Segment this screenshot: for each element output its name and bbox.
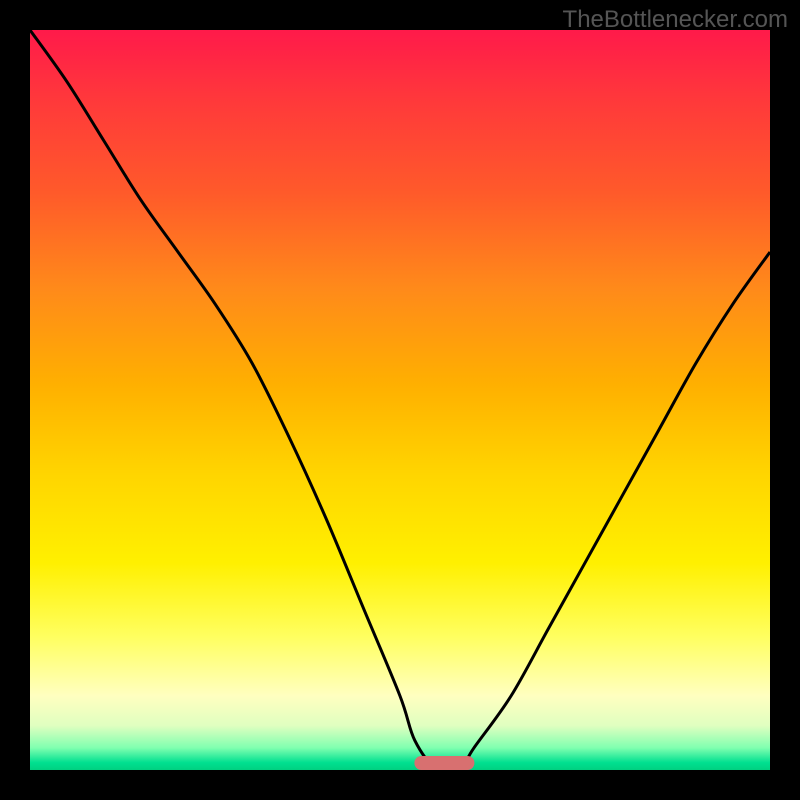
bottleneck-curve — [30, 30, 770, 770]
watermark-text: TheBottlenecker.com — [563, 6, 788, 34]
curve-svg — [30, 30, 770, 770]
optimal-marker — [415, 756, 474, 770]
plot-area — [30, 30, 770, 770]
